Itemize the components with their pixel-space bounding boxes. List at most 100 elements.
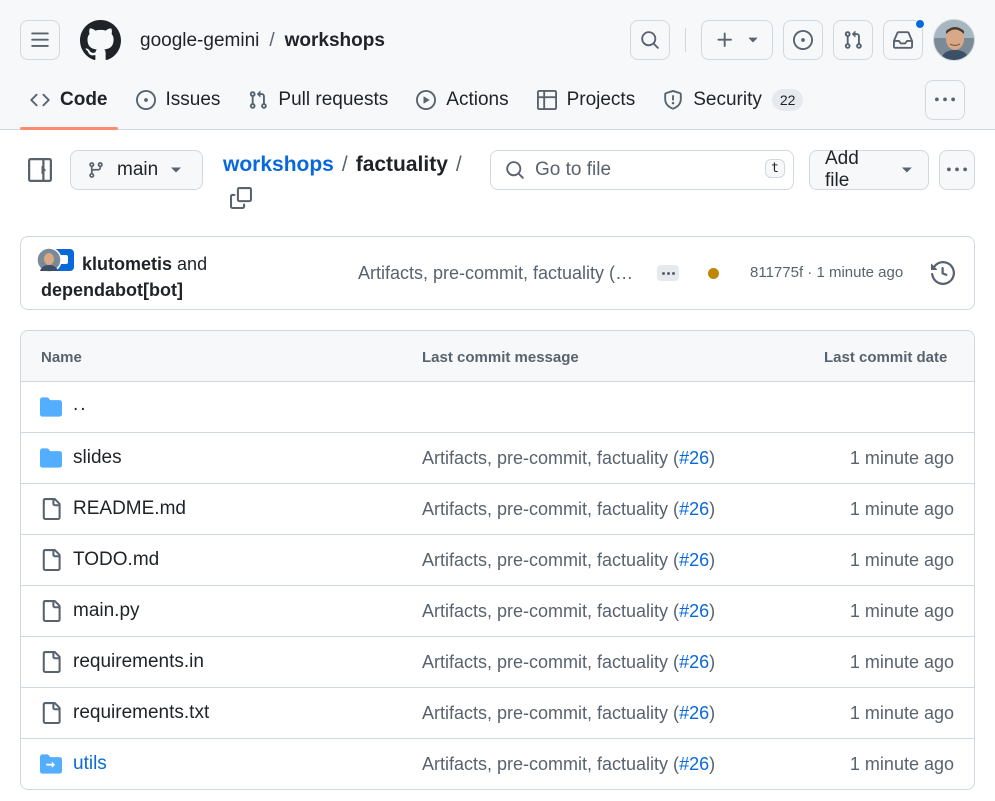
user-photo-icon xyxy=(934,20,974,60)
file-commit-message-text[interactable]: Artifacts, pre-commit, factuality ( xyxy=(422,652,679,672)
issue-opened-icon xyxy=(135,90,156,110)
tab-issues[interactable]: Issues xyxy=(126,80,231,120)
repo-path: google-gemini / workshops xyxy=(140,30,385,52)
copy-path-icon[interactable] xyxy=(230,187,252,209)
branch-name: main xyxy=(117,159,159,180)
repo-owner-link[interactable]: google-gemini xyxy=(140,30,259,52)
file-commit-message[interactable]: Artifacts, pre-commit, factuality (#26) xyxy=(422,703,715,724)
repo-path-separator: / xyxy=(269,30,275,51)
branch-select-button[interactable]: main xyxy=(70,150,203,190)
pull-request-link[interactable]: #26 xyxy=(679,601,709,621)
file-row[interactable]: TODO.md Artifacts, pre-commit, factuality… xyxy=(21,535,974,586)
file-commit-message-text[interactable]: Artifacts, pre-commit, factuality ( xyxy=(422,499,679,519)
file-row[interactable]: main.py Artifacts, pre-commit, factuality… xyxy=(21,586,974,637)
file-commit-message[interactable]: Artifacts, pre-commit, factuality (#26) xyxy=(422,652,715,673)
pull-request-link[interactable]: #26 xyxy=(679,550,709,570)
file-row[interactable]: utils Artifacts, pre-commit, factuality (… xyxy=(21,739,974,789)
file-name-link[interactable]: README.md xyxy=(73,498,186,520)
tab-code-label: Code xyxy=(60,89,108,110)
commit-sha-link[interactable]: 811775f xyxy=(750,264,803,281)
file-name-link[interactable]: slides xyxy=(73,447,122,469)
sidebar-expand-icon[interactable] xyxy=(28,158,52,182)
global-menu-button[interactable] xyxy=(20,20,60,60)
tab-code[interactable]: Code xyxy=(20,80,118,130)
file-commit-message-text[interactable]: Artifacts, pre-commit, factuality ( xyxy=(422,703,679,723)
pull-request-link[interactable]: #26 xyxy=(679,754,709,774)
commit-coauthor-link[interactable]: dependabot[bot] xyxy=(41,280,183,300)
parent-directory-link[interactable]: .. xyxy=(73,394,88,416)
file-name-link[interactable]: utils xyxy=(73,753,107,775)
tab-pull-requests-label: Pull requests xyxy=(278,89,389,110)
tab-projects[interactable]: Projects xyxy=(527,80,646,120)
pull-request-link[interactable]: #26 xyxy=(679,448,709,468)
commit-expand-button[interactable] xyxy=(657,265,679,281)
create-new-button[interactable] xyxy=(701,20,773,60)
file-row[interactable]: requirements.txt Artifacts, pre-commit, f… xyxy=(21,688,974,739)
triangle-down-icon xyxy=(748,37,758,43)
tab-security[interactable]: Security 22 xyxy=(653,80,813,120)
file-list: Name Last commit message Last commit dat… xyxy=(20,330,975,790)
commit-status-indicator[interactable] xyxy=(708,268,719,279)
file-rows: slides Artifacts, pre-commit, factuality … xyxy=(21,433,974,789)
file-commit-message-text[interactable]: Artifacts, pre-commit, factuality ( xyxy=(422,550,679,570)
security-counter-badge: 22 xyxy=(771,89,804,111)
file-commit-message-text[interactable]: Artifacts, pre-commit, factuality ( xyxy=(422,601,679,621)
history-icon[interactable] xyxy=(931,261,955,285)
hamburger-icon xyxy=(31,32,49,47)
file-commit-message-suffix: ) xyxy=(709,754,716,774)
file-name-link[interactable]: requirements.txt xyxy=(73,702,209,724)
file-commit-message-suffix: ) xyxy=(709,550,716,570)
file-commit-message-text[interactable]: Artifacts, pre-commit, factuality ( xyxy=(422,448,679,468)
repo-name-link[interactable]: workshops xyxy=(285,30,385,52)
file-list-header: Name Last commit message Last commit dat… xyxy=(21,331,974,382)
breadcrumb-repo-link[interactable]: workshops xyxy=(223,152,334,178)
go-to-file-input[interactable] xyxy=(535,159,735,181)
breadcrumb-current-folder: factuality xyxy=(355,153,448,176)
file-commit-message[interactable]: Artifacts, pre-commit, factuality (#26) xyxy=(422,499,715,520)
commit-meta: 811775f · 1 minute ago xyxy=(750,264,903,281)
search-button[interactable] xyxy=(630,20,670,60)
tab-security-label: Security xyxy=(693,89,762,110)
add-file-button[interactable]: Add file xyxy=(809,148,929,191)
file-commit-message[interactable]: Artifacts, pre-commit, factuality (#26) xyxy=(422,550,715,571)
file-commit-date: 1 minute ago xyxy=(849,652,954,672)
file-row[interactable]: requirements.in Artifacts, pre-commit, fa… xyxy=(21,637,974,688)
tab-pull-requests[interactable]: Pull requests xyxy=(238,80,398,120)
file-name-link[interactable]: TODO.md xyxy=(73,549,159,571)
file-commit-message[interactable]: Artifacts, pre-commit, factuality (#26) xyxy=(422,754,715,775)
file-commit-message[interactable]: Artifacts, pre-commit, factuality (#26) xyxy=(422,448,715,469)
more-options-button[interactable] xyxy=(939,150,975,190)
tab-projects-label: Projects xyxy=(566,89,636,110)
pull-requests-button[interactable] xyxy=(833,20,873,60)
git-branch-icon xyxy=(89,162,103,178)
file-icon xyxy=(42,651,61,673)
file-commit-message-text[interactable]: Artifacts, pre-commit, factuality ( xyxy=(422,754,679,774)
triangle-down-icon xyxy=(902,167,913,173)
nav-more-button[interactable] xyxy=(925,80,965,120)
tab-actions[interactable]: Actions xyxy=(406,80,518,120)
commit-authors-and: and xyxy=(177,254,208,274)
user-avatar[interactable] xyxy=(933,19,975,61)
commit-time: 1 minute ago xyxy=(816,264,904,281)
pull-request-link[interactable]: #26 xyxy=(679,703,709,723)
commit-author-link[interactable]: klutometis xyxy=(82,254,172,274)
commit-authors: klutometis and dependabot[bot] xyxy=(41,251,207,303)
git-pull-request-icon xyxy=(844,30,862,49)
github-logo-icon[interactable] xyxy=(80,20,121,61)
file-name-link[interactable]: main.py xyxy=(73,600,140,622)
issues-button[interactable] xyxy=(783,20,823,60)
plus-icon xyxy=(717,32,732,47)
file-commit-date: 1 minute ago xyxy=(849,601,954,621)
file-commit-message-suffix: ) xyxy=(709,652,716,672)
folder-icon xyxy=(40,448,62,468)
go-to-file-field[interactable]: t xyxy=(490,150,794,190)
parent-directory-row[interactable]: .. xyxy=(21,382,974,433)
file-row[interactable]: README.md Artifacts, pre-commit, factuali… xyxy=(21,484,974,535)
column-header-commit-date: Last commit date xyxy=(824,349,948,366)
pull-request-link[interactable]: #26 xyxy=(679,499,709,519)
commit-message-link[interactable]: Artifacts, pre-commit, factuality (#26) xyxy=(358,263,642,284)
pull-request-link[interactable]: #26 xyxy=(679,652,709,672)
file-row[interactable]: slides Artifacts, pre-commit, factuality … xyxy=(21,433,974,484)
file-name-link[interactable]: requirements.in xyxy=(73,651,204,673)
file-commit-message[interactable]: Artifacts, pre-commit, factuality (#26) xyxy=(422,601,715,622)
